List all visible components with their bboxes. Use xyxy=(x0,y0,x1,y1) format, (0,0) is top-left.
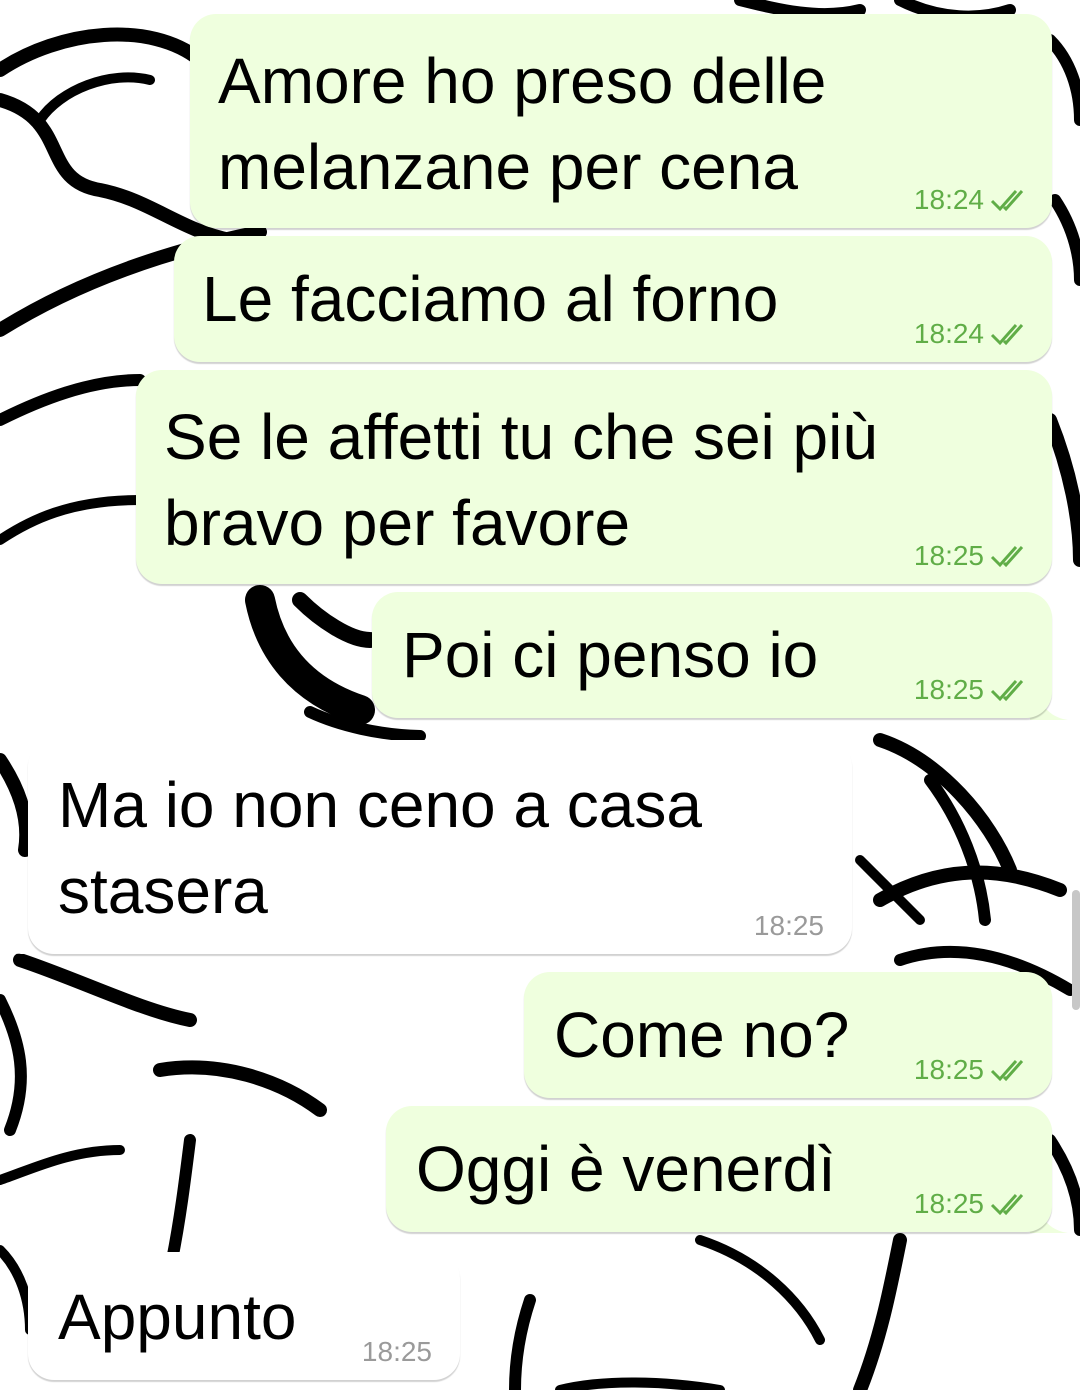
message-meta: 18:25 xyxy=(914,540,1034,572)
message-meta: 18:25 xyxy=(914,1188,1034,1220)
message-time: 18:25 xyxy=(913,540,984,571)
message-bubble-outgoing[interactable]: Se le affetti tu che sei più bravo per f… xyxy=(136,370,1052,584)
message-bubble-outgoing[interactable]: Amore ho preso delle melanzane per cena … xyxy=(190,14,1052,228)
message-text: Amore ho preso delle melanzane per cena xyxy=(218,45,827,203)
double-check-icon xyxy=(990,680,1024,702)
message-text: Ma io non ceno a casa stasera xyxy=(58,769,702,927)
message-text: Se le affetti tu che sei più bravo per f… xyxy=(164,401,878,559)
message-time: 18:25 xyxy=(753,910,824,941)
message-meta: 18:24 xyxy=(914,318,1034,350)
message-meta: 18:24 xyxy=(914,184,1034,216)
message-text: Le facciamo al forno xyxy=(202,263,779,335)
double-check-icon xyxy=(990,546,1024,568)
double-check-icon xyxy=(990,324,1024,346)
message-text: Appunto xyxy=(58,1281,297,1353)
message-bubble-incoming[interactable]: Ma io non ceno a casa stasera 18:25 xyxy=(28,740,852,954)
message-time: 18:25 xyxy=(913,674,984,705)
double-check-icon xyxy=(990,1060,1024,1082)
message-time: 18:25 xyxy=(913,1188,984,1219)
double-check-icon xyxy=(990,1194,1024,1216)
message-meta: 18:25 xyxy=(362,1336,432,1368)
message-bubble-outgoing[interactable]: Poi ci penso io 18:25 xyxy=(372,592,1052,718)
message-bubble-incoming[interactable]: Appunto 18:25 xyxy=(28,1252,460,1380)
message-time: 18:24 xyxy=(913,184,984,215)
double-check-icon xyxy=(990,190,1024,212)
message-text: Poi ci penso io xyxy=(402,619,819,691)
message-bubble-outgoing[interactable]: Oggi è venerdì 18:25 xyxy=(386,1106,1052,1232)
scrollbar-thumb[interactable] xyxy=(1072,890,1080,1010)
message-time: 18:25 xyxy=(361,1336,432,1367)
message-meta: 18:25 xyxy=(914,674,1034,706)
message-meta: 18:25 xyxy=(914,1054,1034,1086)
message-meta: 18:25 xyxy=(754,910,824,942)
message-bubble-outgoing[interactable]: Come no? 18:25 xyxy=(524,972,1052,1098)
message-bubble-outgoing[interactable]: Le facciamo al forno 18:24 xyxy=(174,236,1052,362)
message-text: Come no? xyxy=(554,999,850,1071)
message-time: 18:24 xyxy=(913,318,984,349)
message-time: 18:25 xyxy=(913,1054,984,1085)
message-text: Oggi è venerdì xyxy=(416,1133,836,1205)
